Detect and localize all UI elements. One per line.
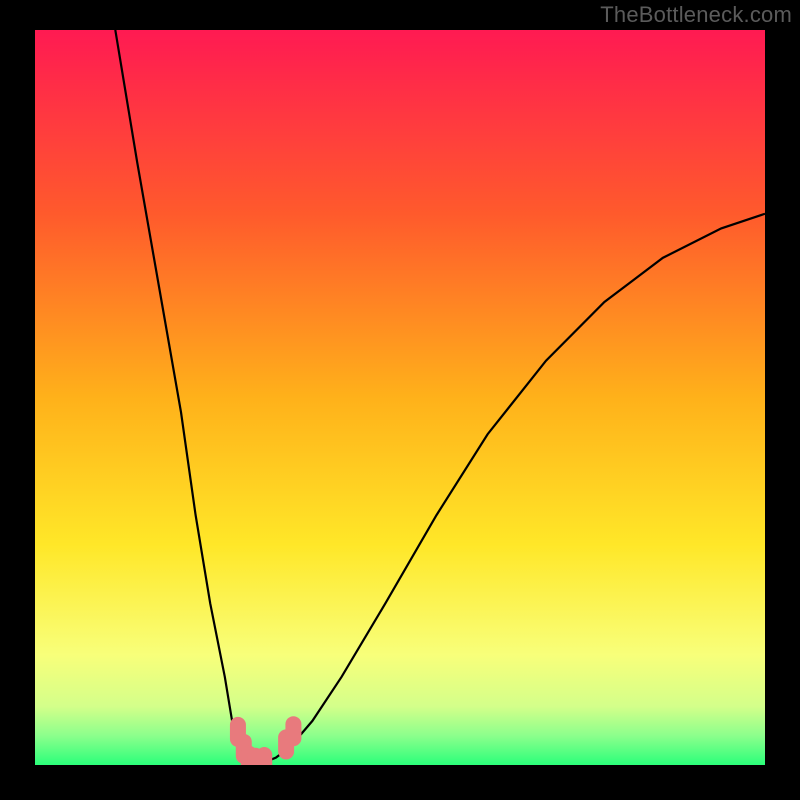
watermark-label: TheBottleneck.com — [600, 2, 792, 28]
plot-area — [35, 30, 765, 765]
ideal-marker — [256, 747, 272, 765]
ideal-zone-markers — [230, 716, 301, 765]
curve-layer — [35, 30, 765, 765]
chart-frame: TheBottleneck.com — [0, 0, 800, 800]
ideal-marker — [285, 716, 301, 746]
bottleneck-curve — [115, 30, 765, 765]
